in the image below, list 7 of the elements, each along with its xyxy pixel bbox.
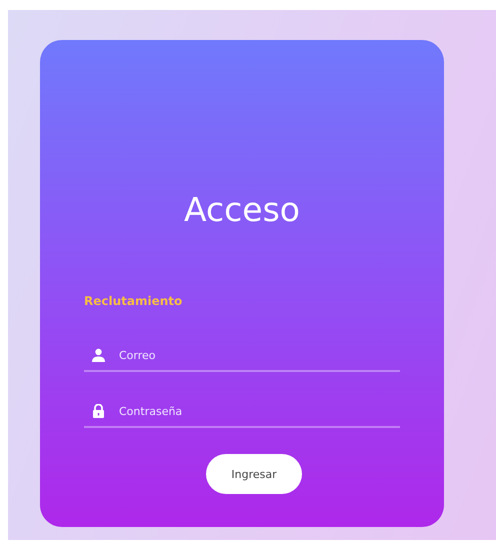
- user-icon: [92, 348, 105, 362]
- input-field[interactable]: Correo: [119, 348, 400, 362]
- lock-icon: [92, 404, 105, 418]
- subtitle: Reclutamiento: [84, 294, 182, 308]
- login-button[interactable]: Ingresar: [206, 454, 302, 494]
- input-field[interactable]: Contraseña: [119, 404, 400, 418]
- login-title: Acceso: [184, 190, 300, 230]
